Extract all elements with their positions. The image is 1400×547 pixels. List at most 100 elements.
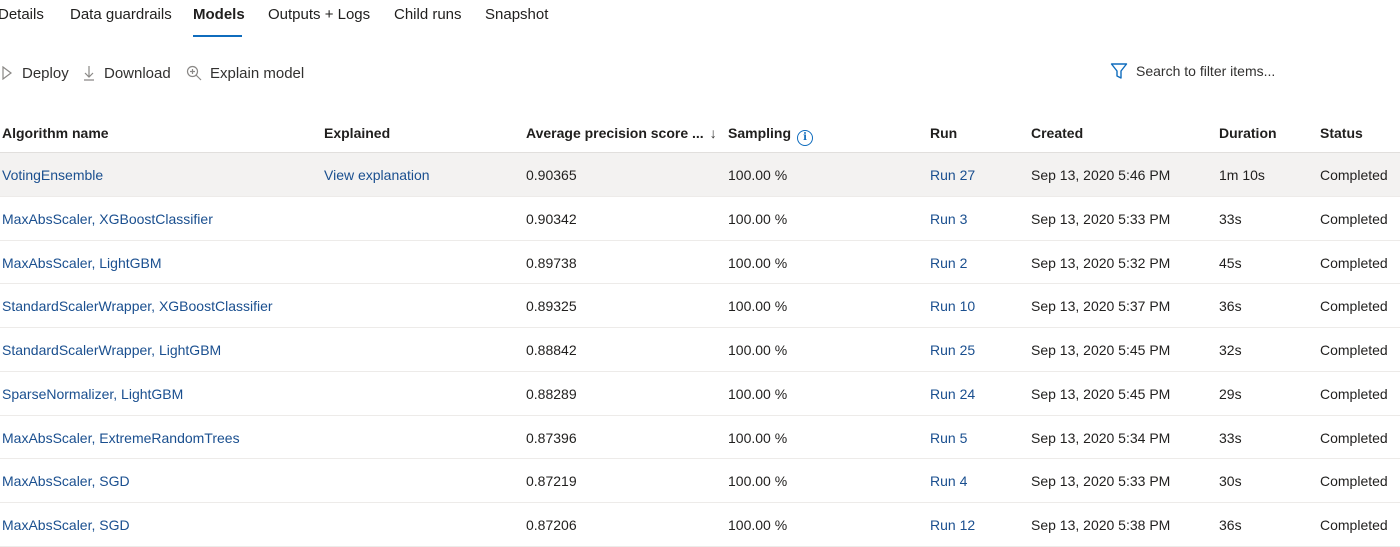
run-link[interactable]: Run 10	[930, 298, 975, 314]
download-label: Download	[104, 64, 171, 82]
run-link[interactable]: Run 2	[930, 255, 967, 271]
score-cell: 0.89738	[526, 254, 577, 271]
sampling-cell: 100.00 %	[728, 342, 788, 358]
header-explained[interactable]: Explained	[324, 125, 390, 141]
created-cell: Sep 13, 2020 5:34 PM	[1031, 429, 1171, 446]
status-cell: Completed	[1320, 517, 1388, 533]
sampling-cell: 100.00 %	[728, 429, 788, 446]
play-outline-icon	[0, 65, 14, 81]
created-cell: Sep 13, 2020 5:32 PM	[1031, 254, 1171, 271]
algorithm-link[interactable]: VotingEnsemble	[2, 167, 103, 183]
algorithm-link[interactable]: MaxAbsScaler, SGD	[2, 473, 130, 489]
algorithm-link[interactable]: MaxAbsScaler, LightGBM	[2, 255, 162, 271]
header-run[interactable]: Run	[930, 125, 957, 141]
algorithm-link[interactable]: StandardScalerWrapper, XGBoostClassifier	[2, 298, 273, 314]
score-cell: 0.90342	[526, 210, 577, 227]
run-link[interactable]: Run 4	[930, 473, 967, 489]
status-cell: Completed	[1320, 385, 1388, 402]
status-cell: Completed	[1320, 254, 1388, 271]
search-filter-input[interactable]: Search to filter items...	[1110, 60, 1275, 82]
duration-cell: 30s	[1219, 473, 1242, 490]
score-cell: 0.90365	[526, 167, 577, 183]
duration-cell: 45s	[1219, 254, 1242, 271]
sampling-cell: 100.00 %	[728, 473, 788, 490]
table-row[interactable]: SparseNormalizer, LightGBM 0.88289 100.0…	[0, 372, 1400, 416]
created-cell: Sep 13, 2020 5:45 PM	[1031, 342, 1171, 358]
search-placeholder: Search to filter items...	[1136, 63, 1276, 79]
tab-details[interactable]: Details	[0, 6, 44, 23]
table-row[interactable]: MaxAbsScaler, LightGBM 0.89738 100.00 % …	[0, 241, 1400, 285]
status-cell: Completed	[1320, 429, 1388, 446]
created-cell: Sep 13, 2020 5:33 PM	[1031, 473, 1171, 490]
table-row[interactable]: MaxAbsScaler, SGD 0.87206 100.00 % Run 1…	[0, 503, 1400, 547]
run-link[interactable]: Run 3	[930, 211, 967, 227]
table-row[interactable]: MaxAbsScaler, ExtremeRandomTrees 0.87396…	[0, 416, 1400, 460]
header-status[interactable]: Status	[1320, 125, 1363, 141]
tab-models[interactable]: Models	[193, 6, 245, 23]
duration-cell: 33s	[1219, 210, 1242, 227]
info-circle-icon[interactable]: i	[797, 129, 814, 146]
table-row[interactable]: StandardScalerWrapper, LightGBM 0.88842 …	[0, 328, 1400, 372]
algorithm-link[interactable]: SparseNormalizer, LightGBM	[2, 386, 183, 402]
run-link[interactable]: Run 24	[930, 386, 975, 402]
duration-cell: 36s	[1219, 298, 1242, 315]
created-cell: Sep 13, 2020 5:45 PM	[1031, 385, 1171, 402]
tab-outputs-logs[interactable]: Outputs + Logs	[268, 6, 370, 23]
created-cell: Sep 13, 2020 5:46 PM	[1031, 167, 1171, 183]
duration-cell: 1m 10s	[1219, 167, 1265, 183]
header-sampling-label: Sampling	[728, 125, 792, 141]
status-cell: Completed	[1320, 473, 1388, 490]
view-explanation-link[interactable]: View explanation	[324, 167, 430, 183]
download-button[interactable]: Download	[82, 63, 171, 83]
header-algorithm-name[interactable]: Algorithm name	[2, 125, 109, 141]
table-row[interactable]: MaxAbsScaler, SGD 0.87219 100.00 % Run 4…	[0, 459, 1400, 503]
score-cell: 0.87219	[526, 473, 577, 490]
duration-cell: 29s	[1219, 385, 1242, 402]
tab-bar: Details Data guardrails Models Outputs +…	[0, 0, 1400, 40]
score-cell: 0.88842	[526, 342, 577, 358]
created-cell: Sep 13, 2020 5:37 PM	[1031, 298, 1171, 315]
explain-model-label: Explain model	[210, 64, 305, 82]
score-cell: 0.88289	[526, 385, 577, 402]
header-duration[interactable]: Duration	[1219, 125, 1277, 141]
deploy-button[interactable]: Deploy	[0, 63, 69, 83]
table-row[interactable]: VotingEnsemble View explanation 0.90365 …	[0, 153, 1400, 197]
created-cell: Sep 13, 2020 5:33 PM	[1031, 210, 1171, 227]
duration-cell: 36s	[1219, 517, 1242, 533]
sampling-cell: 100.00 %	[728, 385, 788, 402]
header-created[interactable]: Created	[1031, 125, 1083, 141]
score-cell: 0.87396	[526, 429, 577, 446]
sort-descending-icon: ↓	[709, 125, 717, 141]
run-link[interactable]: Run 5	[930, 430, 967, 446]
sampling-cell: 100.00 %	[728, 167, 788, 183]
header-sampling[interactable]: Sampling i	[728, 125, 814, 146]
table-row[interactable]: MaxAbsScaler, XGBoostClassifier 0.90342 …	[0, 197, 1400, 241]
sampling-cell: 100.00 %	[728, 298, 788, 315]
algorithm-link[interactable]: MaxAbsScaler, SGD	[2, 517, 130, 533]
table-header: Algorithm name Explained Average precisi…	[0, 112, 1400, 153]
duration-cell: 32s	[1219, 342, 1242, 358]
duration-cell: 33s	[1219, 429, 1242, 446]
sampling-cell: 100.00 %	[728, 210, 788, 227]
status-cell: Completed	[1320, 210, 1388, 227]
run-link[interactable]: Run 12	[930, 517, 975, 533]
deploy-label: Deploy	[22, 64, 69, 82]
sampling-cell: 100.00 %	[728, 254, 788, 271]
created-cell: Sep 13, 2020 5:38 PM	[1031, 517, 1171, 533]
sampling-cell: 100.00 %	[728, 517, 788, 533]
tab-data-guardrails[interactable]: Data guardrails	[70, 6, 172, 23]
tab-child-runs[interactable]: Child runs	[394, 6, 462, 23]
header-average-precision-label: Average precision score ...	[526, 125, 704, 141]
run-link[interactable]: Run 27	[930, 167, 975, 183]
algorithm-link[interactable]: MaxAbsScaler, XGBoostClassifier	[2, 211, 213, 227]
score-cell: 0.89325	[526, 298, 577, 315]
explain-model-button[interactable]: Explain model	[186, 63, 304, 83]
tab-snapshot[interactable]: Snapshot	[485, 6, 548, 23]
status-cell: Completed	[1320, 167, 1388, 183]
algorithm-link[interactable]: StandardScalerWrapper, LightGBM	[2, 342, 221, 358]
active-tab-indicator	[193, 35, 242, 37]
header-average-precision[interactable]: Average precision score ... ↓	[526, 125, 717, 141]
table-row[interactable]: StandardScalerWrapper, XGBoostClassifier…	[0, 284, 1400, 328]
algorithm-link[interactable]: MaxAbsScaler, ExtremeRandomTrees	[2, 430, 240, 446]
run-link[interactable]: Run 25	[930, 342, 975, 358]
